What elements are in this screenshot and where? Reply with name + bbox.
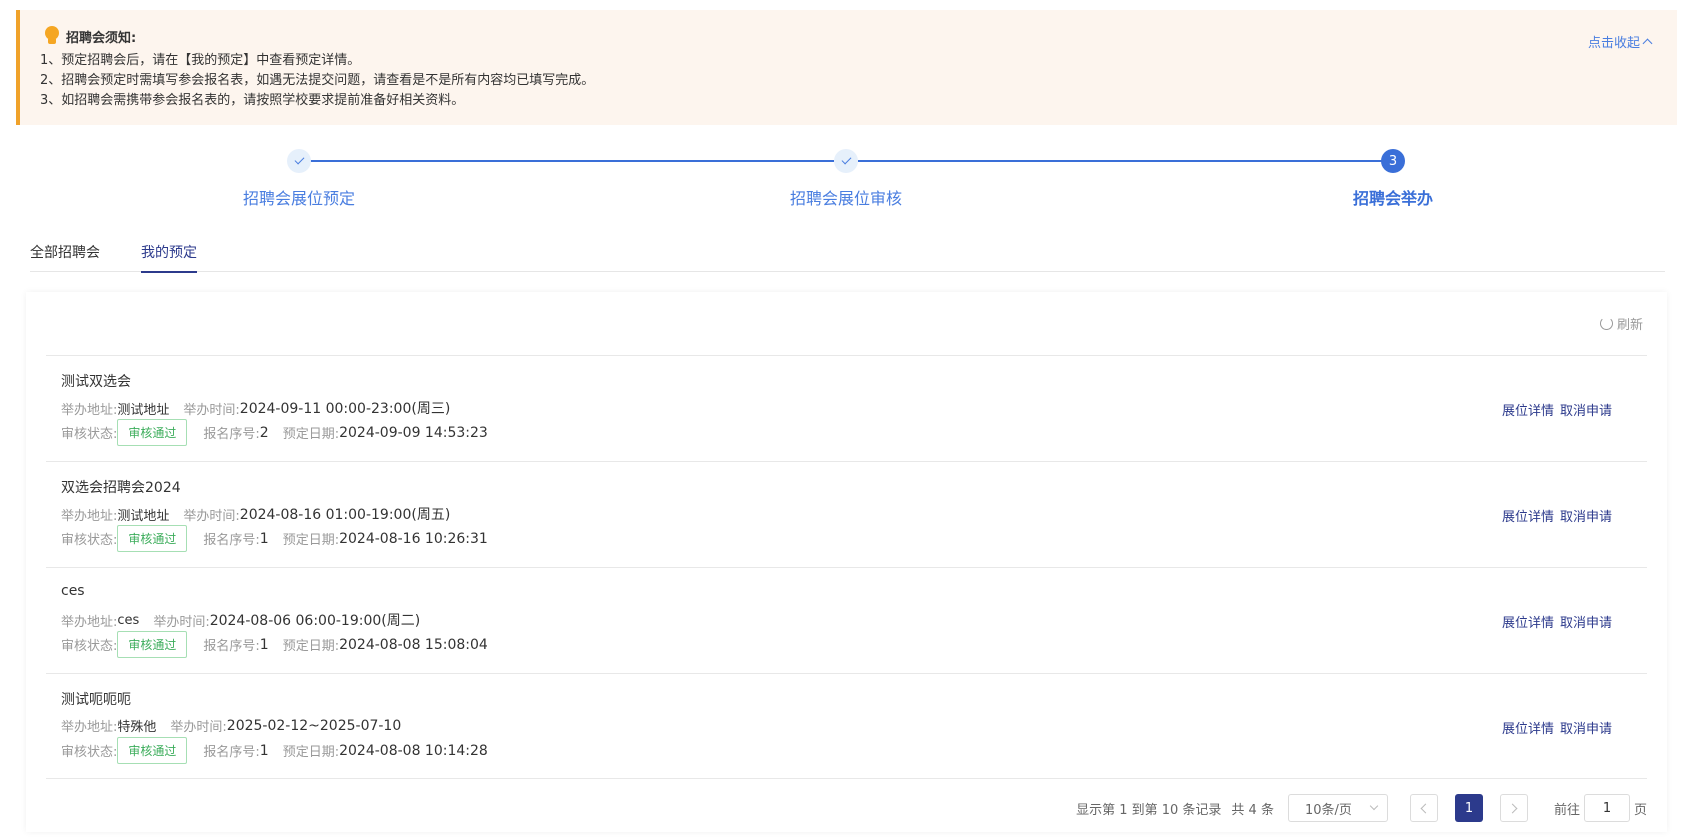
address-value: 特殊他 (117, 720, 157, 735)
status-badge: 审核通过 (117, 419, 188, 446)
status-label: 审核状态: (61, 639, 118, 654)
bookings-card: 刷新 测试双选会 举办地址: 测试地址 举办时间: 2024-09-11 00:… (26, 292, 1667, 832)
address-label: 举办地址: (61, 508, 118, 524)
status-badge: 审核通过 (117, 525, 188, 552)
cancel-application-link[interactable]: 取消申请 (1560, 506, 1612, 525)
pagination-total: 共 4 条 (1231, 802, 1274, 818)
booth-detail-link[interactable]: 展位详情 (1502, 400, 1554, 419)
status-label: 审核状态: (61, 745, 118, 760)
lightbulb-icon (44, 26, 60, 46)
goto-page: 前往 页 (1554, 794, 1647, 822)
status-badge: 审核通过 (117, 631, 188, 658)
status-badge: 审核通过 (117, 737, 188, 764)
fair-title: ces (61, 583, 85, 599)
step-connector (858, 160, 1382, 162)
serial-value: 1 (259, 636, 269, 653)
page-size-value: 10条/页 (1304, 802, 1352, 818)
booked-value: 2024-08-08 10:14:28 (339, 742, 488, 759)
step-2-label: 招聘会展位审核 (789, 189, 903, 208)
list-item: ces 举办地址: ces 举办时间: 2024-08-06 06:00-19:… (46, 567, 1647, 673)
refresh-button[interactable]: 刷新 (1599, 314, 1643, 333)
pagination-info: 显示第 1 到第 10 条记录 (1076, 802, 1222, 818)
address-value: 测试地址 (117, 402, 170, 418)
collapse-label: 点击收起 (1587, 36, 1640, 51)
booked-label: 预定日期: (282, 427, 340, 442)
booth-detail-link[interactable]: 展位详情 (1502, 612, 1554, 631)
goto-suffix: 页 (1633, 802, 1647, 818)
booth-detail-link[interactable]: 展位详情 (1502, 506, 1554, 525)
chevron-right-icon (1507, 803, 1518, 813)
time-label: 举办时间: (183, 508, 240, 524)
time-value: 2024-08-06 06:00-19:00(周二) (209, 613, 421, 629)
step-2-check-icon (834, 149, 858, 173)
notice-line-3: 3、如招聘会需携带参会报名表的，请按照学校要求提前准备好相关资料。 (40, 93, 465, 108)
booked-label: 预定日期: (282, 745, 340, 760)
notice-heading: 招聘会须知: (44, 26, 136, 46)
next-page-button[interactable] (1499, 794, 1528, 822)
address-value: ces (117, 612, 140, 628)
prev-page-button[interactable] (1409, 794, 1438, 822)
status-label: 审核状态: (61, 427, 118, 442)
serial-value: 1 (259, 530, 269, 547)
step-1-label: 招聘会展位预定 (242, 189, 356, 208)
time-value: 2025-02-12~2025-07-10 (226, 717, 402, 734)
page-number-button[interactable]: 1 (1454, 794, 1483, 822)
notice-panel: 招聘会须知: 1、预定招聘会后，请在【我的预定】中查看预定详情。 2、招聘会预定… (16, 10, 1677, 125)
cancel-application-link[interactable]: 取消申请 (1560, 718, 1612, 737)
status-label: 审核状态: (61, 533, 118, 548)
booth-detail-link[interactable]: 展位详情 (1502, 718, 1554, 737)
chevron-left-icon (1420, 803, 1431, 813)
serial-label: 报名序号: (203, 427, 260, 442)
step-3-number: 3 (1381, 149, 1405, 173)
address-label: 举办地址: (61, 402, 118, 418)
fair-title: 双选会招聘会2024 (61, 480, 181, 496)
serial-label: 报名序号: (203, 745, 260, 760)
page-size-select[interactable]: 10条/页 (1287, 794, 1388, 822)
step-1-check-icon (287, 149, 311, 173)
booked-label: 预定日期: (282, 639, 340, 654)
list-item: 双选会招聘会2024 举办地址: 测试地址 举办时间: 2024-08-16 0… (46, 461, 1647, 567)
time-label: 举办时间: (153, 614, 210, 630)
serial-value: 2 (259, 424, 269, 441)
progress-steps: 3 招聘会展位预定 招聘会展位审核 招聘会举办 (0, 145, 1687, 215)
tab-all-fairs[interactable]: 全部招聘会 (30, 242, 100, 271)
pagination: 显示第 1 到第 10 条记录 共 4 条 10条/页 1 前往 页 (1076, 794, 1647, 822)
cancel-application-link[interactable]: 取消申请 (1560, 400, 1612, 419)
time-label: 举办时间: (183, 402, 240, 418)
list-item: 测试双选会 举办地址: 测试地址 举办时间: 2024-09-11 00:00-… (46, 355, 1647, 461)
time-value: 2024-08-16 01:00-19:00(周五) (239, 507, 451, 523)
booked-value: 2024-08-08 15:08:04 (339, 636, 488, 653)
collapse-notice-button[interactable]: 点击收起 (1587, 32, 1653, 51)
address-value: 测试地址 (117, 508, 170, 524)
booking-list: 测试双选会 举办地址: 测试地址 举办时间: 2024-09-11 00:00-… (46, 355, 1647, 779)
fair-title: 测试双选会 (61, 374, 131, 390)
list-item: 测试呃呃呃 举办地址: 特殊他 举办时间: 2025-02-12~2025-07… (46, 673, 1647, 779)
tab-bar: 全部招聘会 我的预定 (30, 240, 1665, 273)
notice-title: 招聘会须知: (66, 30, 137, 46)
time-label: 举办时间: (170, 720, 227, 735)
fair-title: 测试呃呃呃 (61, 692, 131, 708)
booked-value: 2024-09-09 14:53:23 (339, 424, 488, 441)
notice-line-1: 1、预定招聘会后，请在【我的预定】中查看预定详情。 (40, 53, 361, 68)
step-3-label: 招聘会举办 (1352, 189, 1434, 208)
serial-label: 报名序号: (203, 533, 260, 548)
refresh-icon (1599, 317, 1613, 330)
time-value: 2024-09-11 00:00-23:00(周三) (239, 401, 451, 417)
booked-value: 2024-08-16 10:26:31 (339, 530, 488, 547)
cancel-application-link[interactable]: 取消申请 (1560, 612, 1612, 631)
address-label: 举办地址: (61, 720, 118, 735)
serial-value: 1 (259, 742, 269, 759)
step-connector (310, 160, 834, 162)
booked-label: 预定日期: (282, 533, 340, 548)
chevron-up-icon (1642, 38, 1653, 49)
notice-line-2: 2、招聘会预定时需填写参会报名表，如遇无法提交问题，请查看是不是所有内容均已填写… (40, 73, 595, 88)
address-label: 举办地址: (61, 614, 118, 630)
refresh-label: 刷新 (1616, 318, 1643, 333)
serial-label: 报名序号: (203, 639, 260, 654)
tab-my-bookings[interactable]: 我的预定 (141, 242, 197, 273)
goto-prefix: 前往 (1553, 802, 1580, 818)
chevron-down-icon (1369, 801, 1379, 811)
goto-page-input[interactable] (1583, 794, 1630, 822)
